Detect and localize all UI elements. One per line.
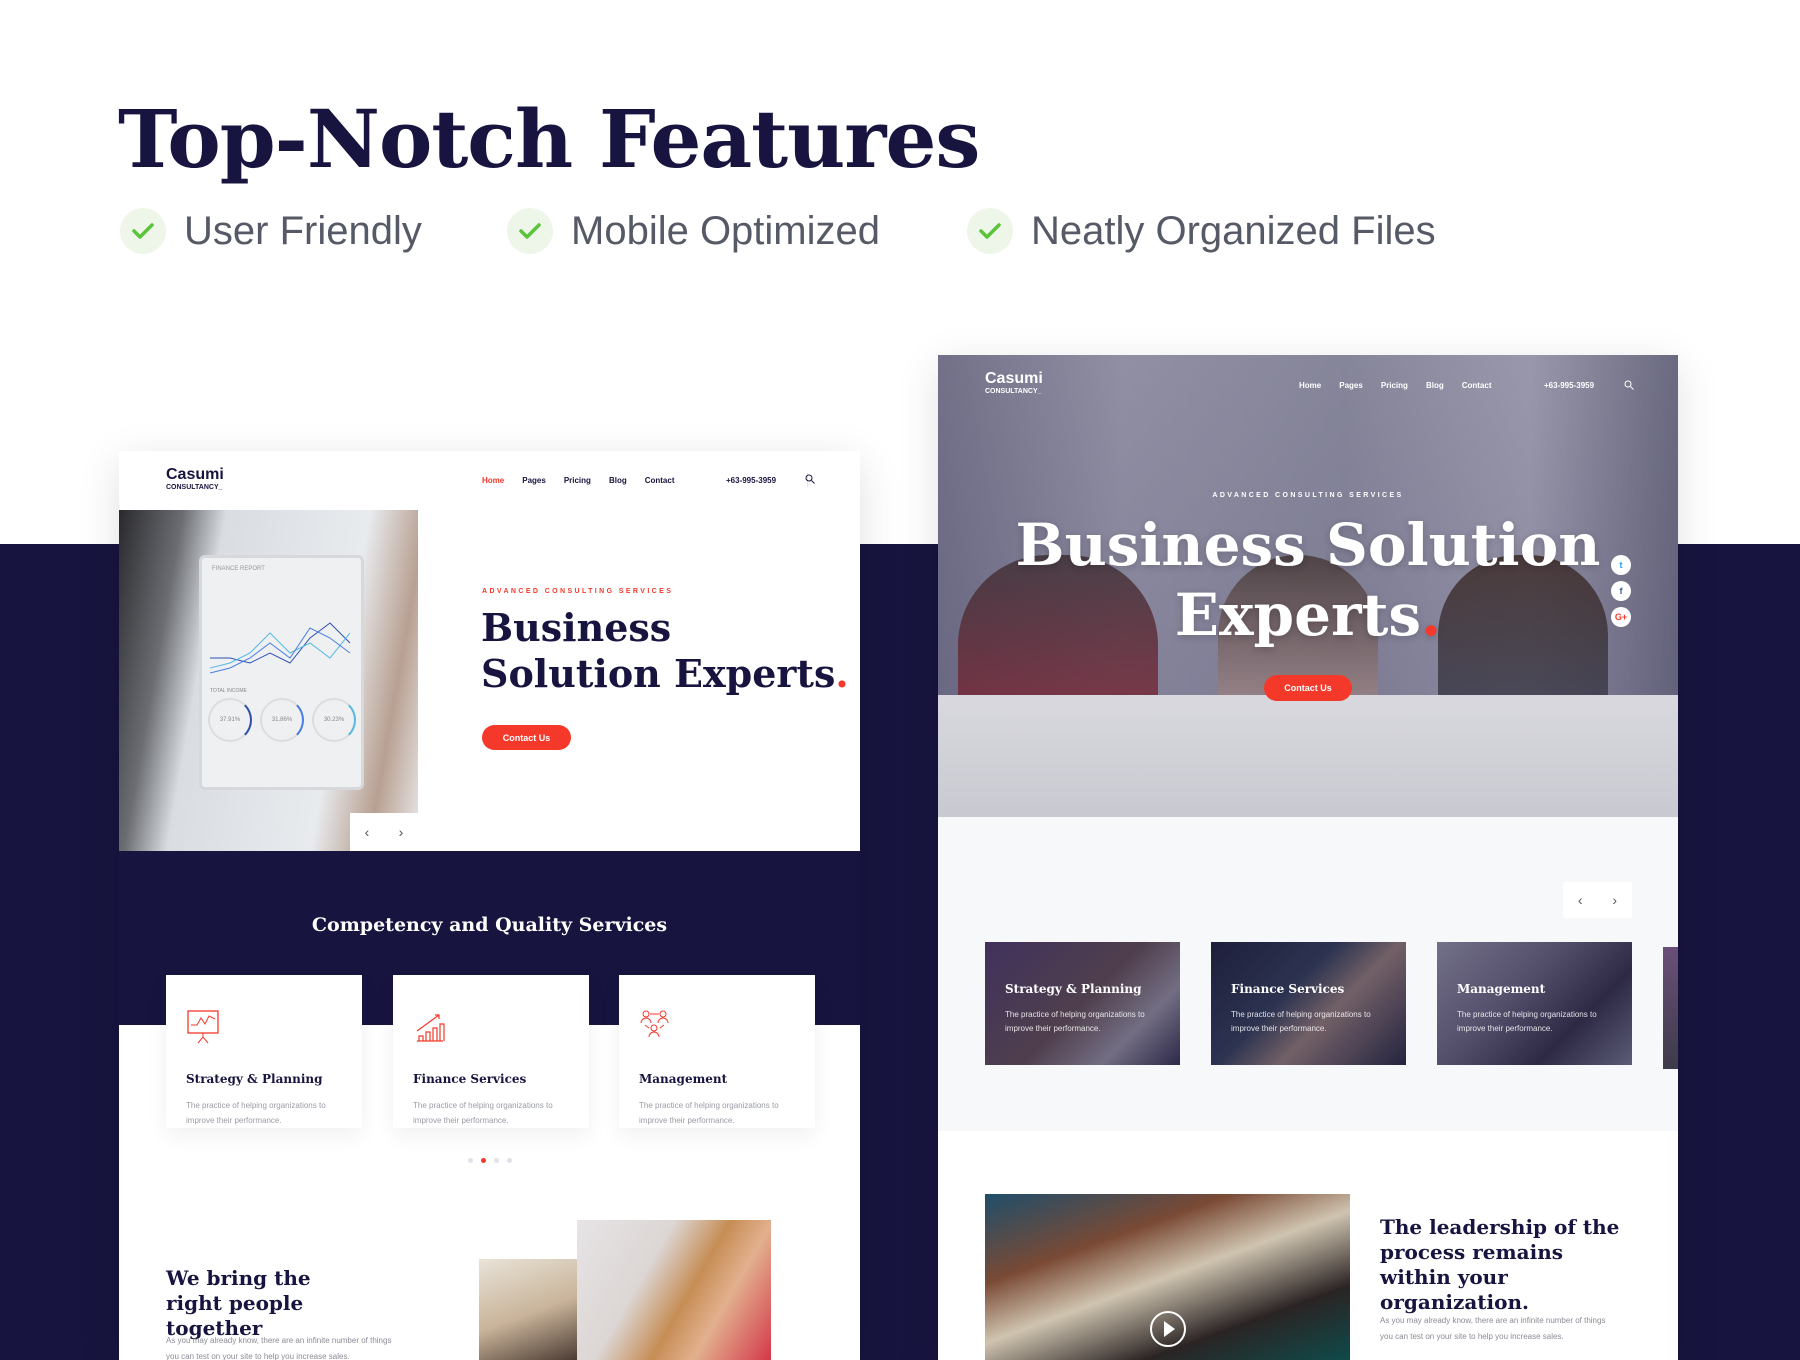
feature-label: User Friendly — [184, 208, 422, 253]
hero-label: ADVANCED CONSULTING SERVICES — [1212, 492, 1404, 499]
chevron-right-icon[interactable]: › — [1612, 892, 1617, 908]
search-icon[interactable] — [1624, 380, 1634, 390]
nav-contact[interactable]: Contact — [1462, 381, 1492, 390]
page-title: Top-Notch Features — [118, 92, 980, 186]
phone-number: +63-995-3959 — [1544, 381, 1595, 390]
nav-blog[interactable]: Blog — [609, 476, 627, 485]
service-card[interactable]: Strategy & Planning The practice of helpi… — [166, 975, 362, 1128]
hero-tablet-image: FINANCE REPORT TOTAL INCOME 37.91% 31.86… — [119, 510, 418, 851]
chevron-left-icon[interactable]: ‹ — [365, 824, 370, 840]
feature-mobile-optimized: Mobile Optimized — [507, 208, 880, 254]
logo[interactable]: Casumi CONSULTANCY_ — [985, 370, 1043, 395]
team-photo-small — [479, 1259, 577, 1360]
nav-pricing[interactable]: Pricing — [1381, 381, 1408, 390]
slider-dot[interactable] — [506, 1158, 512, 1163]
service-image-card-partial[interactable] — [1663, 947, 1678, 1069]
service-image-card[interactable]: Management The practice of helping organi… — [1437, 942, 1632, 1065]
feature-label: Mobile Optimized — [571, 208, 881, 253]
check-icon — [120, 208, 166, 254]
nav-pages[interactable]: Pages — [1339, 381, 1363, 390]
desktop-mockup-left: Casumi CONSULTANCY_ Home Pages Pricing Bl… — [119, 451, 860, 1360]
nav-contact[interactable]: Contact — [645, 476, 675, 485]
service-card[interactable]: Management The practice of helping organi… — [619, 975, 815, 1128]
google-plus-icon[interactable]: G+ — [1611, 607, 1631, 627]
nav-home[interactable]: Home — [1299, 381, 1321, 390]
service-image-card[interactable]: Finance Services The practice of helping … — [1211, 942, 1406, 1065]
main-nav: Home Pages Pricing Blog Contact — [1299, 381, 1492, 390]
check-icon — [507, 208, 553, 254]
social-links: t f G+ — [1611, 555, 1631, 627]
nav-blog[interactable]: Blog — [1426, 381, 1444, 390]
play-icon[interactable] — [1149, 1310, 1187, 1348]
team-icon — [640, 1010, 669, 1038]
services-title: Competency and Quality Services — [311, 914, 668, 936]
service-image-card[interactable]: Strategy & Planning The practice of helpi… — [985, 942, 1180, 1065]
slider-dot[interactable] — [493, 1158, 499, 1163]
main-nav: Home Pages Pricing Blog Contact — [482, 476, 675, 485]
contact-us-button[interactable]: Contact Us — [482, 725, 571, 750]
hero-heading: Business Solution Experts. — [481, 605, 849, 696]
video-thumbnail[interactable] — [985, 1194, 1350, 1360]
hero-slider-controls: ‹ › — [350, 813, 418, 851]
desktop-mockup-right: Casumi CONSULTANCY_ Home Pages Pricing Bl… — [938, 355, 1678, 1360]
search-icon[interactable] — [805, 474, 815, 484]
facebook-icon[interactable]: f — [1611, 581, 1631, 601]
nav-home[interactable]: Home — [482, 476, 504, 485]
feature-label: Neatly Organized Files — [1031, 208, 1436, 253]
slider-dot-active[interactable] — [480, 1158, 486, 1163]
services-slider-controls: ‹ › — [1563, 882, 1632, 918]
slider-dots — [119, 1150, 860, 1168]
people-heading: We bring the right people together — [166, 1266, 311, 1340]
service-card[interactable]: Finance Services The practice of helping … — [393, 975, 589, 1128]
contact-us-button[interactable]: Contact Us — [1264, 675, 1352, 701]
logo[interactable]: Casumi CONSULTANCY_ — [166, 466, 224, 491]
tablet-line-chart — [210, 622, 351, 674]
chevron-right-icon[interactable]: › — [399, 824, 404, 840]
nav-pages[interactable]: Pages — [522, 476, 546, 485]
hero-heading: Business Solution Experts. — [1015, 511, 1601, 649]
team-photo-large — [577, 1220, 771, 1360]
check-icon — [967, 208, 1013, 254]
leadership-heading: The leadership of the process remains wi… — [1380, 1215, 1620, 1314]
growth-bars-icon — [416, 1014, 445, 1042]
people-text: As you may already know, there are an in… — [166, 1336, 392, 1360]
phone-number: +63-995-3959 — [726, 476, 777, 485]
nav-pricing[interactable]: Pricing — [564, 476, 591, 485]
presentation-chart-icon — [187, 1010, 219, 1044]
leadership-text: As you may already know, there are an in… — [1380, 1316, 1606, 1341]
feature-neatly-organized: Neatly Organized Files — [967, 208, 1436, 254]
hero-label: ADVANCED CONSULTING SERVICES — [482, 588, 674, 595]
feature-user-friendly: User Friendly — [120, 208, 422, 254]
slider-dot[interactable] — [467, 1158, 473, 1163]
chevron-left-icon[interactable]: ‹ — [1578, 892, 1583, 908]
twitter-icon[interactable]: t — [1611, 555, 1631, 575]
